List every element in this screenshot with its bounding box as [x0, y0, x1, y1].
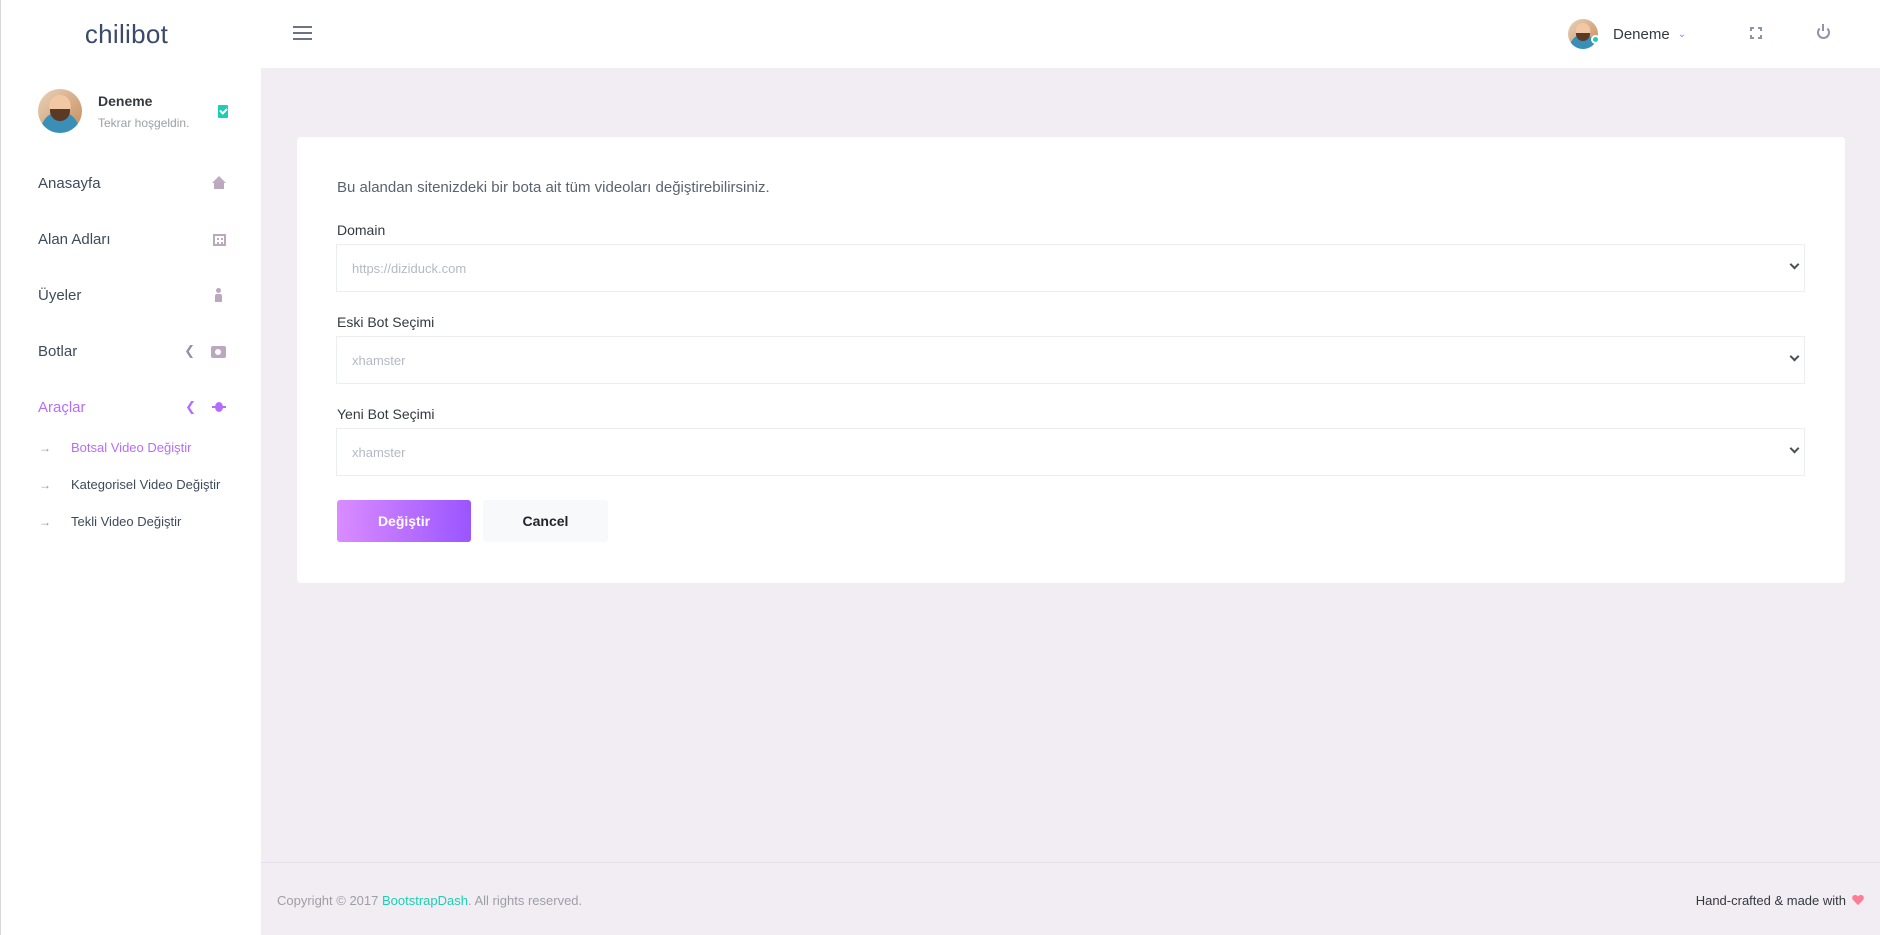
sidebar-profile[interactable]: Deneme Tekrar hoşgeldin.	[38, 88, 228, 134]
bootstrapdash-link[interactable]: BootstrapDash	[382, 893, 468, 908]
new-bot-label: Yeni Bot Seçimi	[337, 406, 435, 422]
sidebar-item-araclar[interactable]: Araçlar ❮	[1, 379, 262, 435]
form-description: Bu alandan sitenizdeki bir bota ait tüm …	[337, 179, 770, 196]
arrow-right-icon: →	[39, 477, 51, 492]
building-icon	[213, 234, 226, 246]
cancel-button[interactable]: Cancel	[483, 500, 608, 542]
profile-name: Deneme	[98, 92, 153, 109]
sidebar-item-label: Üyeler	[38, 286, 82, 304]
sidebar-nav: Anasayfa Alan Adları Üyeler Botlar ❮ Ara…	[1, 155, 262, 540]
copyright-suffix: . All rights reserved.	[467, 893, 583, 908]
form-card: Bu alandan sitenizdeki bir bota ait tüm …	[297, 137, 1845, 583]
old-bot-select-value: xhamster	[352, 352, 406, 368]
power-icon[interactable]	[1817, 24, 1830, 39]
subnav-item-label: Botsal Video Değiştir	[71, 440, 192, 455]
old-bot-select[interactable]: xhamster	[336, 336, 1805, 384]
sidebar-item-alan-adlari[interactable]: Alan Adları	[1, 211, 262, 267]
copyright-prefix: Copyright © 2017	[277, 893, 382, 908]
chevron-left-icon: ❮	[185, 399, 196, 414]
footer-copyright: Copyright © 2017 BootstrapDash. All righ…	[277, 893, 582, 908]
sidebar-item-uyeler[interactable]: Üyeler	[1, 267, 262, 323]
arrow-right-icon: →	[39, 514, 51, 529]
chevron-down-icon: ⌄	[1677, 28, 1687, 40]
sidebar-item-label: Anasayfa	[38, 174, 101, 192]
bookmark-check-icon	[218, 104, 228, 118]
subnav-item-label: Kategorisel Video Değiştir	[71, 477, 221, 492]
domain-label: Domain	[337, 222, 386, 238]
arrow-right-icon: →	[39, 440, 51, 455]
online-status-icon	[1591, 35, 1600, 44]
new-bot-select-value: xhamster	[352, 444, 406, 460]
profile-subtitle: Tekrar hoşgeldin.	[98, 115, 190, 130]
topbar-user-name: Deneme	[1613, 25, 1670, 43]
new-bot-select[interactable]: xhamster	[336, 428, 1805, 476]
fullscreen-icon[interactable]	[1749, 26, 1763, 40]
sidebar-item-label: Alan Adları	[38, 230, 111, 248]
sidebar-item-label: Botlar	[38, 342, 78, 360]
footer: Copyright © 2017 BootstrapDash. All righ…	[261, 862, 1880, 935]
chevron-down-icon	[1789, 443, 1800, 454]
subnav-item-kategorisel-video[interactable]: → Kategorisel Video Değiştir	[1, 466, 262, 503]
house-icon	[212, 176, 226, 190]
topbar: Deneme ⌄	[261, 0, 1880, 68]
subnav-item-tekli-video[interactable]: → Tekli Video Değiştir	[1, 503, 262, 540]
subnav-item-botsal-video[interactable]: → Botsal Video Değiştir	[1, 429, 262, 466]
user-menu[interactable]: Deneme ⌄	[1568, 16, 1686, 52]
submit-button[interactable]: Değiştir	[337, 500, 471, 542]
old-bot-label: Eski Bot Seçimi	[337, 314, 435, 330]
subnav-item-label: Tekli Video Değiştir	[71, 514, 182, 529]
chevron-left-icon: ❮	[184, 343, 195, 358]
hamburger-menu-icon[interactable]	[293, 26, 312, 40]
avatar	[38, 89, 82, 133]
sidebar-item-label: Araçlar	[38, 398, 86, 416]
footer-credit: Hand-crafted & made with	[1695, 893, 1846, 908]
sidebar-item-anasayfa[interactable]: Anasayfa	[1, 155, 262, 211]
chat-icon	[211, 345, 226, 358]
chevron-down-icon	[1789, 351, 1800, 362]
domain-select[interactable]: https://diziduck.com	[336, 244, 1805, 292]
person-icon	[212, 288, 226, 302]
sidebar: chilibot Deneme Tekrar hoşgeldin. Anasay…	[0, 0, 261, 935]
avatar	[1568, 19, 1598, 49]
sidebar-item-botlar[interactable]: Botlar ❮	[1, 323, 262, 379]
domain-select-value: https://diziduck.com	[352, 260, 467, 276]
sidebar-subnav: → Botsal Video Değiştir → Kategorisel Vi…	[1, 429, 262, 540]
brand-logo[interactable]: chilibot	[1, 0, 262, 68]
chevron-down-icon	[1789, 259, 1800, 270]
heart-icon	[1852, 895, 1864, 906]
bug-icon	[212, 400, 226, 414]
